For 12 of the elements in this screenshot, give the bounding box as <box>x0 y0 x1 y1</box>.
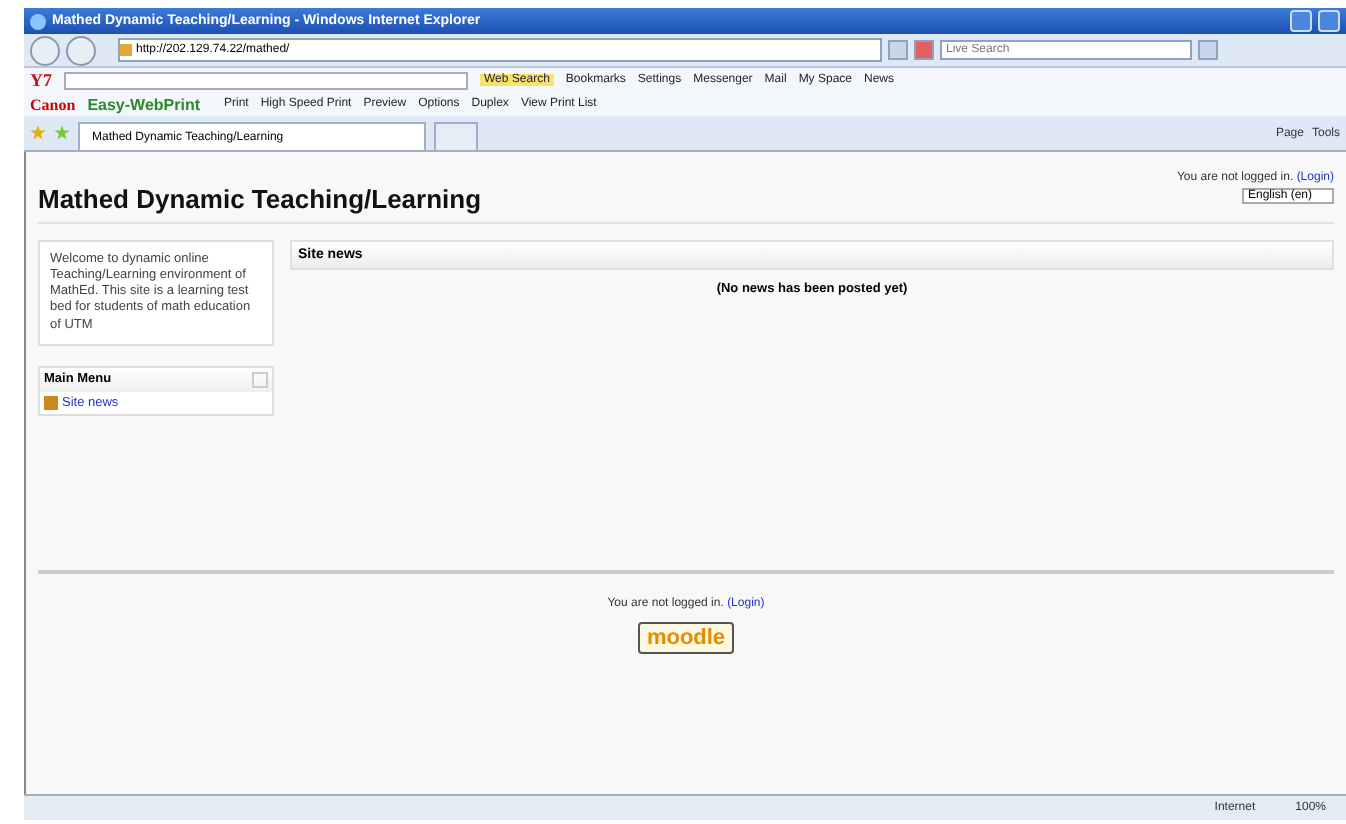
collapse-icon[interactable] <box>252 371 268 388</box>
yahoo-logo: Y7 <box>30 70 52 90</box>
browser-icon <box>30 13 46 29</box>
news-icon <box>44 395 58 410</box>
page-icon <box>120 44 132 56</box>
site-title: Mathed Dynamic Teaching/Learning <box>38 184 482 214</box>
toolbar-search-field[interactable] <box>64 71 468 89</box>
brand-logo: Canon <box>30 95 76 113</box>
product-name: Easy-WebPrint <box>87 95 200 113</box>
forward-button[interactable] <box>66 35 96 65</box>
new-tab-button[interactable] <box>434 122 478 150</box>
back-button[interactable] <box>30 35 60 65</box>
